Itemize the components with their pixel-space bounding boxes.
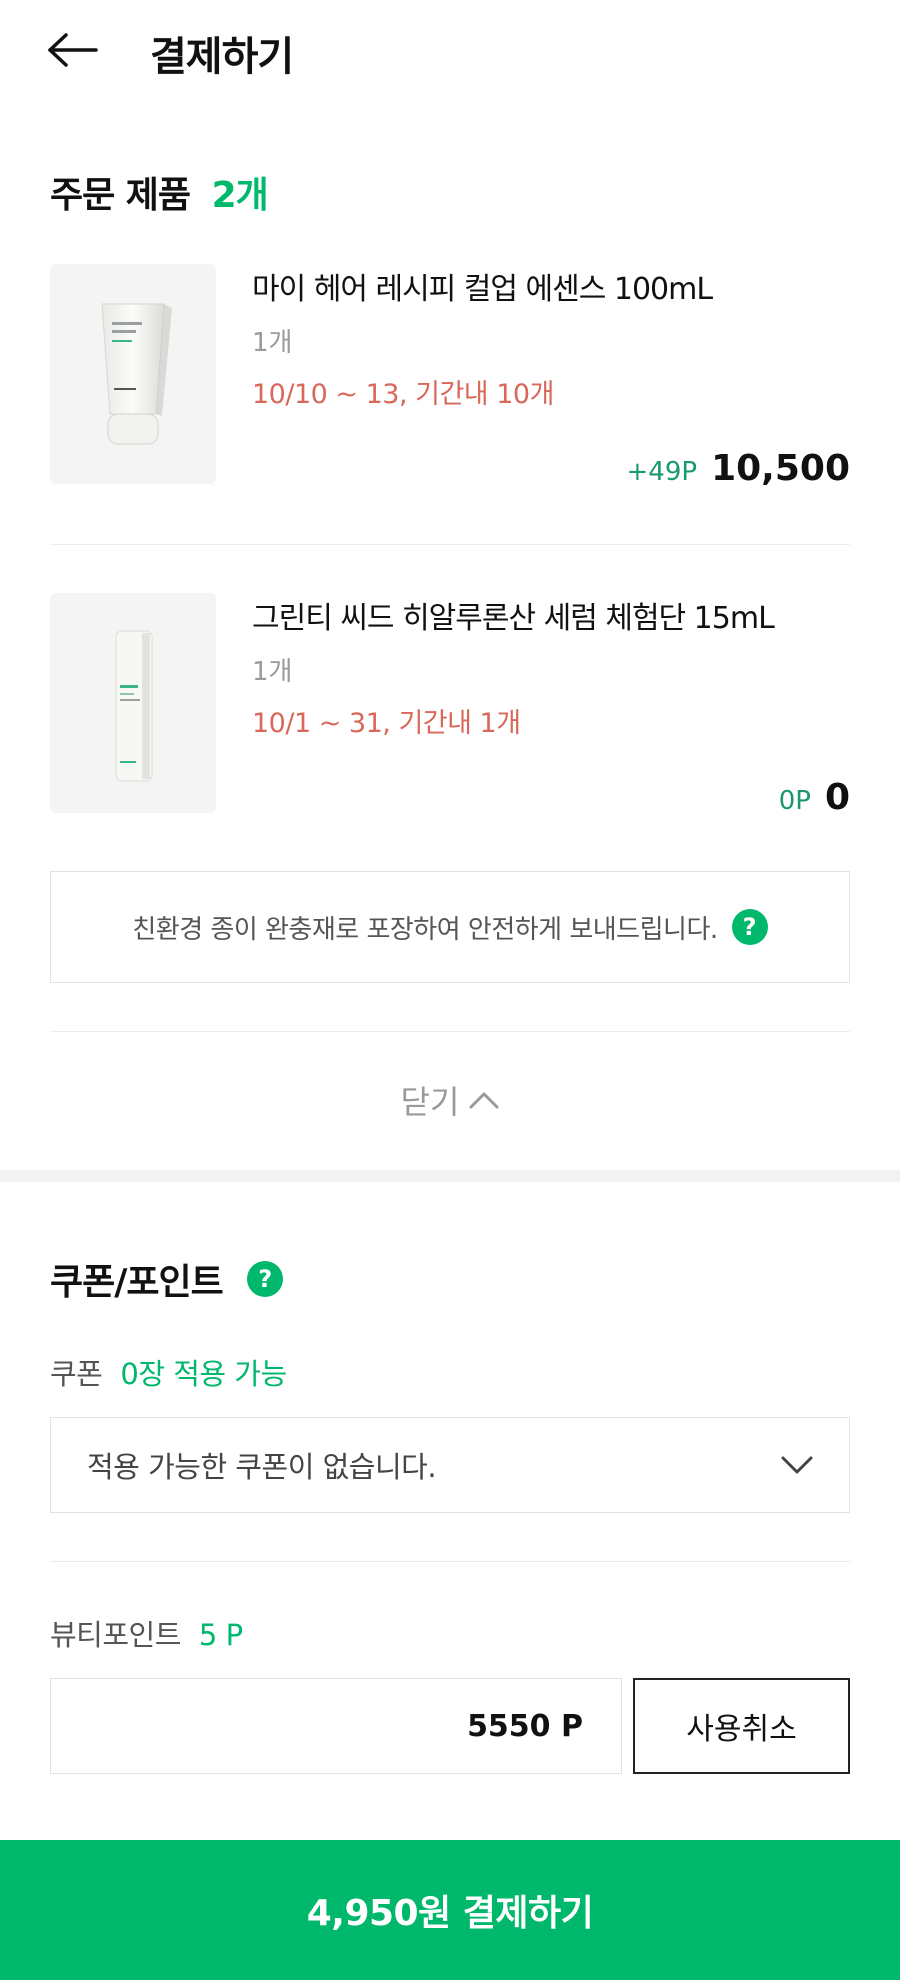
point-input[interactable]: 5550 P <box>50 1678 622 1774</box>
pay-button-label: 4,950원 결제하기 <box>306 1893 594 1934</box>
header: 결제하기 <box>0 0 900 100</box>
product-name: 그린티 씨드 히알루론산 세럼 체험단 15mL <box>252 601 775 636</box>
tube-product-image <box>101 303 172 445</box>
beauty-point-label: 뷰티포인트 <box>50 1618 181 1652</box>
help-icon[interactable]: ? <box>246 1261 283 1297</box>
product-thumbnail <box>50 593 216 813</box>
beauty-point-balance: 5 P <box>198 1618 243 1652</box>
point-label-row: 뷰티포인트 5 P <box>50 1612 243 1654</box>
order-section-title: 주문 제품 2개 <box>50 166 269 218</box>
arrow-left-icon <box>48 33 98 67</box>
chevron-down-icon <box>781 1456 813 1474</box>
cancel-point-button[interactable]: 사용취소 <box>633 1678 850 1774</box>
bottle-product-image <box>115 630 153 782</box>
divider <box>50 1031 850 1032</box>
product-item[interactable]: 그린티 씨드 히알루론산 세럼 체험단 15mL 1개 10/1 ~ 31, 기… <box>50 593 850 823</box>
product-price-row: 0P 0 <box>779 777 850 818</box>
close-label: 닫기 <box>400 1083 460 1121</box>
collapse-toggle[interactable]: 닫기 <box>0 1070 900 1130</box>
help-icon[interactable]: ? <box>731 909 768 945</box>
coupon-point-section-title: 쿠폰/포인트 ? <box>50 1253 283 1305</box>
product-quantity: 1개 <box>252 328 293 358</box>
product-price: 10,500 <box>711 448 850 489</box>
coupon-point-title: 쿠폰/포인트 <box>50 1262 224 1303</box>
coupon-select-value: 적용 가능한 쿠폰이 없습니다. <box>87 1450 437 1484</box>
chevron-up-icon <box>469 1092 499 1109</box>
product-period: 10/1 ~ 31, 기간내 1개 <box>252 708 521 739</box>
product-price-row: +49P 10,500 <box>627 448 850 489</box>
notice-text: 친환경 종이 완충재로 포장하여 안전하게 보내드립니다. <box>132 914 718 945</box>
order-count: 2개 <box>211 175 269 216</box>
order-title-label: 주문 제품 <box>50 175 191 216</box>
product-price: 0 <box>824 777 850 818</box>
back-button[interactable] <box>46 22 106 78</box>
product-period: 10/10 ~ 13, 기간내 10개 <box>252 379 554 410</box>
product-name: 마이 헤어 레시피 컬업 에센스 100mL <box>252 272 713 307</box>
divider <box>50 544 850 545</box>
pay-button[interactable]: 4,950원 결제하기 <box>0 1840 900 1980</box>
product-point: 0P <box>778 786 811 816</box>
section-separator <box>0 1170 900 1182</box>
product-thumbnail <box>50 264 216 484</box>
coupon-label-row: 쿠폰 0장 적용 가능 <box>50 1351 287 1393</box>
product-quantity: 1개 <box>252 657 293 687</box>
divider <box>50 1561 850 1562</box>
packaging-notice: 친환경 종이 완충재로 포장하여 안전하게 보내드립니다. ? <box>50 871 850 983</box>
page-title: 결제하기 <box>150 34 294 80</box>
coupon-select[interactable]: 적용 가능한 쿠폰이 없습니다. <box>50 1417 850 1513</box>
coupon-available-count: 0장 적용 가능 <box>120 1357 287 1391</box>
coupon-label: 쿠폰 <box>50 1357 103 1391</box>
product-item[interactable]: 마이 헤어 레시피 컬업 에센스 100mL 1개 10/10 ~ 13, 기간… <box>50 264 850 494</box>
product-point: +49P <box>626 457 698 487</box>
